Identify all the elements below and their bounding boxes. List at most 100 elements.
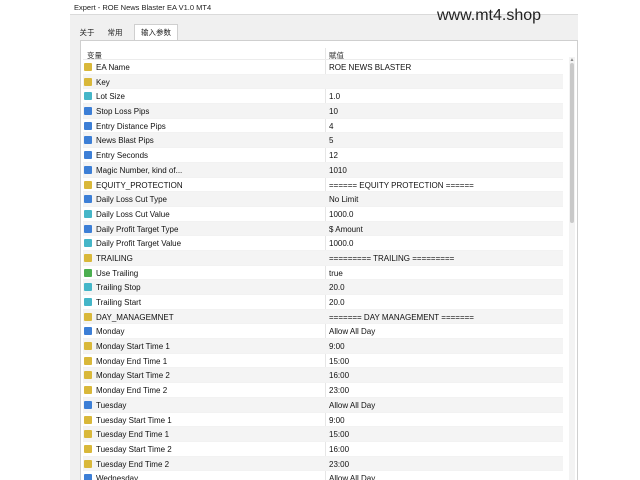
- table-row[interactable]: EQUITY_PROTECTION ====== EQUITY PROTECTIO…: [83, 178, 563, 193]
- parameter-value[interactable]: true: [329, 269, 343, 278]
- parameter-name: News Blast Pips: [96, 136, 154, 146]
- dbl-icon: [84, 298, 92, 306]
- parameter-value[interactable]: 12: [329, 151, 338, 160]
- parameter-value[interactable]: 20.0: [329, 298, 345, 307]
- table-row[interactable]: Entry Distance Pips 4: [83, 119, 563, 134]
- table-row[interactable]: Daily Loss Cut Type No Limit: [83, 192, 563, 207]
- parameter-name: Use Trailing: [96, 268, 139, 278]
- parameter-value[interactable]: $ Amount: [329, 225, 363, 234]
- table-row[interactable]: Monday End Time 1 15:00: [83, 354, 563, 369]
- parameter-name: Stop Loss Pips: [96, 107, 150, 117]
- ab-icon: [84, 253, 92, 262]
- parameter-value[interactable]: 16:00: [329, 371, 349, 380]
- parameter-name: Monday End Time 1: [96, 356, 168, 366]
- parameter-value[interactable]: 16:00: [329, 445, 349, 454]
- ab-icon: [84, 386, 92, 395]
- tab-strip: 关于 常用 输入参数: [70, 24, 578, 41]
- table-row[interactable]: Magic Number, kind of... 1010: [83, 162, 563, 178]
- table-row[interactable]: Trailing Stop 20.0: [83, 280, 563, 295]
- table-row[interactable]: Daily Profit Target Type $ Amount: [83, 221, 563, 237]
- num-icon: [84, 400, 92, 409]
- ab-icon: [84, 342, 92, 351]
- parameter-value[interactable]: 9:00: [329, 342, 345, 351]
- table-row[interactable]: EA Name ROE NEWS BLASTER: [83, 60, 563, 75]
- inputs-panel: 变量 賦值 EA Name ROE NEWS BLASTER Key Lot Size…: [80, 40, 578, 480]
- table-row[interactable]: Key: [83, 74, 563, 90]
- parameter-value[interactable]: 4: [329, 122, 333, 131]
- watermark-text: www.mt4.shop: [437, 7, 542, 24]
- parameter-value[interactable]: 23:00: [329, 460, 349, 469]
- parameter-value[interactable]: 1000.0: [329, 210, 353, 219]
- parameter-value[interactable]: 5: [329, 136, 333, 145]
- parameter-name: Tuesday: [96, 400, 127, 410]
- parameter-value[interactable]: ========= TRAILING =========: [329, 254, 454, 263]
- parameter-value[interactable]: ====== EQUITY PROTECTION ======: [329, 181, 474, 190]
- parameter-name: Entry Distance Pips: [96, 121, 166, 131]
- table-row[interactable]: Tuesday Start Time 1 9:00: [83, 413, 563, 428]
- table-row[interactable]: Daily Profit Target Value 1000.0: [83, 236, 563, 251]
- parameter-name: Lot Size: [96, 92, 125, 102]
- parameter-value[interactable]: 10: [329, 107, 338, 116]
- parameter-value[interactable]: 1010: [329, 166, 347, 175]
- parameter-value[interactable]: 1.0: [329, 92, 340, 101]
- table-row[interactable]: DAY_MANAGEMNET ======= DAY MANAGEMENT ===…: [83, 309, 563, 325]
- table-row[interactable]: News Blast Pips 5: [83, 133, 563, 149]
- parameter-name: Monday End Time 2: [96, 386, 168, 396]
- parameter-value[interactable]: Allow All Day: [329, 327, 375, 336]
- parameter-value[interactable]: 15:00: [329, 430, 349, 439]
- parameter-value[interactable]: No Limit: [329, 195, 358, 204]
- ab-icon: [84, 356, 92, 365]
- table-row[interactable]: Use Trailing true: [83, 266, 563, 281]
- tab-inputs[interactable]: 输入参数: [134, 24, 178, 41]
- table-row[interactable]: Monday Start Time 2 16:00: [83, 368, 563, 384]
- table-row[interactable]: Tuesday Allow All Day: [83, 397, 563, 413]
- parameter-value[interactable]: ======= DAY MANAGEMENT =======: [329, 313, 474, 322]
- table-row[interactable]: Trailing Start 20.0: [83, 295, 563, 310]
- parameter-name: Magic Number, kind of...: [96, 165, 183, 175]
- scroll-thumb[interactable]: [570, 63, 574, 223]
- table-row[interactable]: Monday End Time 2 23:00: [83, 383, 563, 398]
- parameter-value[interactable]: ROE NEWS BLASTER: [329, 63, 411, 72]
- parameter-name: Trailing Start: [96, 298, 142, 307]
- table-row[interactable]: Monday Allow All Day: [83, 324, 563, 340]
- ab-icon: [84, 312, 92, 321]
- tab-about[interactable]: 关于: [76, 26, 98, 39]
- parameter-name: Daily Profit Target Value: [96, 239, 182, 249]
- dbl-icon: [84, 283, 92, 292]
- num-icon: [84, 121, 92, 130]
- table-row[interactable]: Tuesday End Time 2 23:00: [83, 456, 563, 472]
- parameter-name: DAY_MANAGEMNET: [96, 312, 174, 322]
- dbl-icon: [84, 92, 92, 101]
- parameter-value[interactable]: 15:00: [329, 357, 349, 366]
- parameter-value[interactable]: Allow All Day: [329, 401, 375, 410]
- parameter-name: Tuesday End Time 2: [96, 459, 170, 469]
- parameter-value[interactable]: 20.0: [329, 283, 345, 292]
- bool-icon: [84, 268, 92, 277]
- parameter-name: Tuesday End Time 1: [96, 430, 170, 440]
- table-row[interactable]: Tuesday End Time 1 15:00: [83, 427, 563, 442]
- parameter-name: Monday Start Time 2: [96, 371, 170, 381]
- parameter-name: TRAILING: [96, 253, 133, 263]
- table-row[interactable]: Stop Loss Pips 10: [83, 104, 563, 119]
- tab-common[interactable]: 常用: [104, 26, 126, 39]
- table-row[interactable]: TRAILING ========= TRAILING =========: [83, 250, 563, 266]
- table-row[interactable]: Tuesday Start Time 2 16:00: [83, 442, 563, 457]
- parameter-name: Daily Loss Cut Value: [96, 209, 170, 219]
- num-icon: [84, 151, 92, 160]
- ab-icon: [84, 444, 92, 453]
- table-row[interactable]: Monday Start Time 1 9:00: [83, 339, 563, 354]
- table-row[interactable]: Wednesday Allow All Day: [83, 471, 563, 480]
- parameter-value[interactable]: 9:00: [329, 416, 345, 425]
- parameter-value[interactable]: 1000.0: [329, 239, 353, 248]
- ab-icon: [84, 415, 92, 424]
- parameter-name: Monday Start Time 1: [96, 342, 170, 352]
- vertical-scrollbar[interactable]: ▲: [569, 57, 575, 480]
- parameter-value[interactable]: 23:00: [329, 386, 349, 395]
- table-row[interactable]: Daily Loss Cut Value 1000.0: [83, 207, 563, 222]
- parameter-name: Wednesday: [96, 474, 139, 480]
- table-row[interactable]: Lot Size 1.0: [83, 89, 563, 105]
- num-icon: [84, 327, 92, 336]
- ab-icon: [84, 371, 92, 380]
- parameter-value[interactable]: Allow All Day: [329, 474, 375, 480]
- table-row[interactable]: Entry Seconds 12: [83, 148, 563, 163]
